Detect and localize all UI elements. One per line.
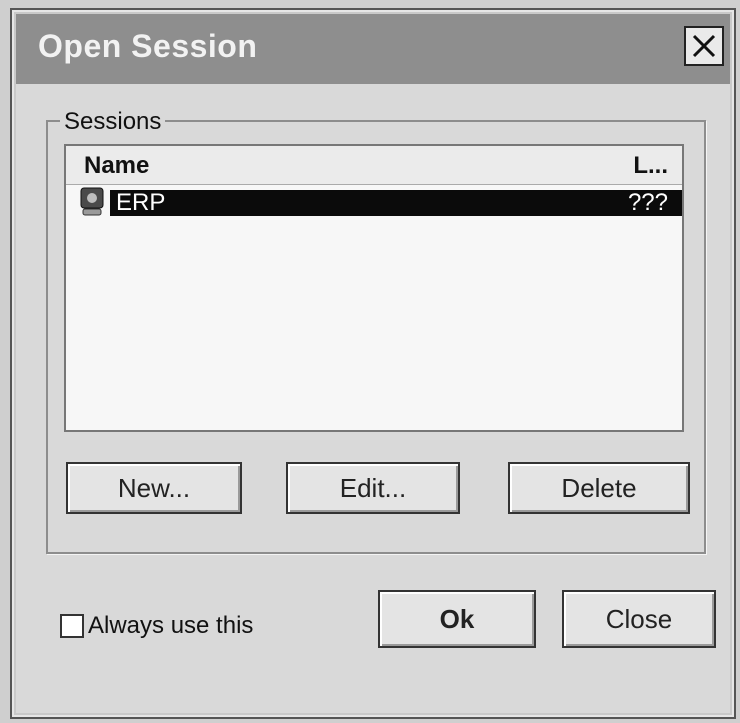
sessions-group-label: Sessions	[60, 108, 166, 136]
window-title: Open Session	[38, 28, 258, 64]
new-session-button[interactable]: New...	[66, 462, 242, 514]
close-button[interactable]: Close	[562, 590, 716, 648]
edit-session-button[interactable]: Edit...	[286, 462, 460, 514]
session-icon	[80, 187, 104, 216]
session-name: ERP	[116, 189, 166, 216]
always-use-this-option[interactable]: Always use this	[60, 612, 253, 640]
sessions-groupbox: Sessions Name L... ERP ??? New... Edit..…	[46, 108, 706, 554]
ok-button[interactable]: Ok	[378, 590, 536, 648]
delete-session-button[interactable]: Delete	[508, 462, 690, 514]
session-last: ???	[627, 189, 668, 216]
always-use-this-label: Always use this	[88, 612, 254, 639]
list-header: Name L...	[66, 146, 682, 185]
dialog-body: Sessions Name L... ERP ??? New... Edit..…	[16, 84, 730, 713]
always-use-this-checkbox[interactable]	[60, 614, 84, 638]
open-session-dialog: Open Session Sessions Name L... ERP ??? …	[10, 8, 736, 719]
column-header-last[interactable]: L...	[633, 152, 668, 180]
sessions-list[interactable]: Name L... ERP ???	[64, 144, 684, 432]
close-icon	[692, 34, 716, 58]
list-item[interactable]: ERP ???	[66, 186, 682, 220]
column-header-name[interactable]: Name	[84, 152, 149, 180]
close-window-button[interactable]	[684, 26, 724, 66]
title-bar: Open Session	[16, 14, 730, 84]
selected-row-highlight: ERP ???	[110, 189, 682, 216]
